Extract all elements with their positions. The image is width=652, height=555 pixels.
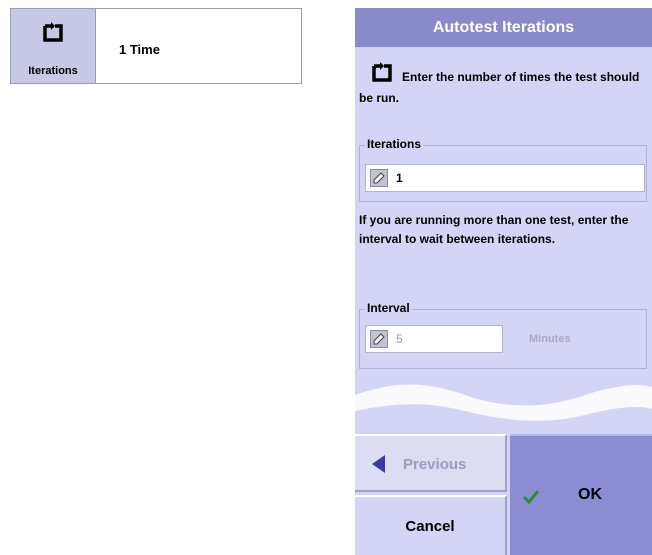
ok-button[interactable]: OK	[510, 434, 652, 555]
ok-button-label: OK	[578, 486, 602, 503]
interval-help-text: If you are running more than one test, e…	[359, 213, 629, 246]
interval-value: 5	[396, 332, 403, 346]
iterations-summary: Iterations 1 Time	[10, 8, 302, 84]
checkmark-icon	[522, 488, 540, 508]
loop-arrow-icon	[370, 61, 394, 89]
iterations-field[interactable]: 1	[365, 164, 645, 192]
iterations-value: 1	[396, 171, 403, 185]
autotest-iterations-dialog: Autotest Iterations Enter the number of …	[355, 8, 652, 555]
iterations-button[interactable]: Iterations	[11, 9, 96, 83]
edit-icon[interactable]	[370, 330, 388, 348]
iterations-button-label: Iterations	[28, 65, 78, 77]
left-arrow-icon	[369, 453, 389, 479]
cancel-button-label: Cancel	[405, 517, 455, 535]
interval-field[interactable]: 5	[365, 325, 503, 353]
iterations-summary-value: 1 Time	[119, 42, 160, 57]
intro-text-block: Enter the number of times the test shoul…	[359, 61, 651, 108]
interval-units: Minutes	[529, 333, 571, 345]
dialog-title: Autotest Iterations	[355, 8, 652, 47]
cancel-button[interactable]: Cancel	[355, 495, 507, 555]
loop-arrow-icon	[41, 21, 65, 48]
iterations-label: Iterations	[365, 137, 424, 151]
previous-button[interactable]: Previous	[355, 434, 507, 492]
edit-icon[interactable]	[370, 169, 388, 187]
screen: Iterations 1 Time Autotest Iterations En…	[0, 0, 652, 555]
previous-button-label: Previous	[403, 456, 467, 473]
intro-text: Enter the number of times the test shoul…	[359, 70, 640, 105]
wave-decoration	[355, 384, 652, 421]
interval-label: Interval	[365, 301, 412, 315]
